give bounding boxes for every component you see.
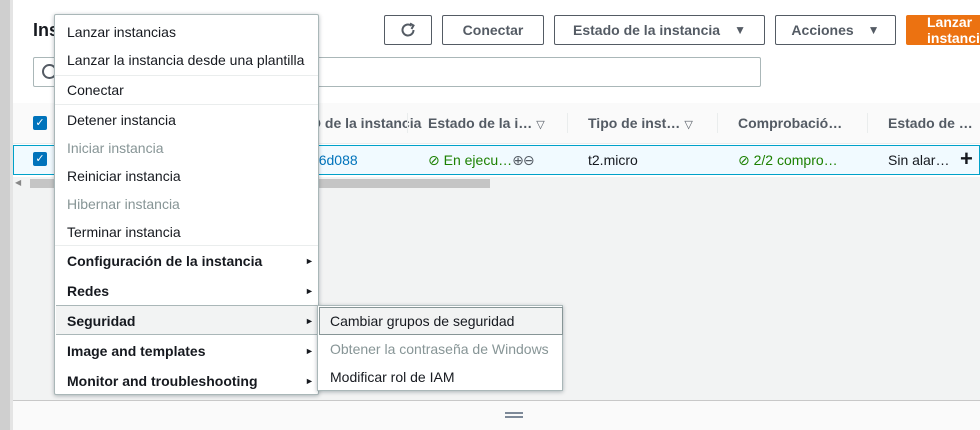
column-divider: [407, 113, 408, 133]
page-left-edge: [0, 0, 10, 430]
menu-item-security[interactable]: Seguridad: [67, 313, 135, 329]
submenu-arrow-icon: ►: [305, 316, 314, 326]
instance-state-cell: ⊘ En ejecu…⊕⊖: [428, 152, 535, 169]
menu-item-instance-settings[interactable]: Configuración de la instancia: [67, 253, 262, 269]
menu-item-connect[interactable]: Conectar: [67, 82, 124, 98]
add-alarm-icon[interactable]: +: [960, 146, 973, 172]
scroll-left-icon[interactable]: ◀: [15, 178, 21, 187]
connect-button-label: Conectar: [462, 22, 524, 38]
launch-instances-button[interactable]: Lanzar instancias: [906, 14, 980, 46]
submenu-item-change-security-groups[interactable]: Cambiar grupos de seguridad: [330, 313, 514, 329]
menu-divider: [55, 245, 318, 246]
instance-state-label: Estado de la instancia: [573, 22, 721, 38]
submenu-arrow-icon: ►: [305, 286, 314, 296]
column-header-alarms[interactable]: Estado de …: [888, 115, 973, 131]
menu-item-monitor[interactable]: Monitor and troubleshooting: [67, 373, 258, 389]
menu-item-terminate[interactable]: Terminar instancia: [67, 224, 181, 240]
instance-state-value: En ejecu…: [443, 152, 513, 168]
actions-label: Acciones: [791, 22, 854, 38]
menu-item-networking[interactable]: Redes: [67, 283, 109, 299]
menu-item-stop[interactable]: Detener instancia: [67, 112, 176, 128]
status-checks-cell: ⊘ 2/2 compro…: [738, 152, 838, 169]
drag-handle-icon[interactable]: [505, 412, 523, 418]
column-divider: [717, 113, 718, 133]
menu-item-reboot[interactable]: Reiniciar instancia: [67, 168, 181, 184]
actions-dropdown[interactable]: Acciones ▼: [775, 15, 896, 45]
menu-item-launch-template[interactable]: Lanzar la instancia desde una plantilla: [67, 52, 304, 68]
refresh-button[interactable]: [384, 15, 432, 45]
menu-divider: [55, 75, 318, 76]
column-divider: [867, 113, 868, 133]
select-all-checkbox[interactable]: ✓: [33, 116, 47, 130]
menu-item-start: Iniciar instancia: [67, 140, 164, 156]
connect-button[interactable]: Conectar: [442, 15, 544, 45]
submenu-arrow-icon: ►: [305, 256, 314, 266]
caret-down-icon: ▼: [734, 23, 746, 37]
instance-type-cell: t2.micro: [588, 152, 638, 168]
instance-state-dropdown[interactable]: Estado de la instancia ▼: [554, 15, 765, 45]
column-divider: [567, 113, 568, 133]
zoom-in-icon[interactable]: ⊕: [512, 152, 524, 168]
status-checks-value: 2/2 compro…: [753, 152, 838, 168]
split-panel: [13, 401, 980, 430]
column-header-type[interactable]: Tipo de inst… ▽: [588, 115, 693, 131]
column-header-state-label: Estado de la i…: [428, 115, 533, 131]
column-header-id[interactable]: ID de la instancia: [307, 115, 421, 131]
alarm-status-cell: Sin alar…: [888, 152, 950, 168]
caret-down-icon: ▼: [867, 23, 880, 37]
submenu-item-modify-iam-role[interactable]: Modificar rol de IAM: [330, 369, 454, 385]
sort-icon: ▽: [684, 119, 693, 131]
submenu-arrow-icon: ►: [305, 346, 314, 356]
column-header-state[interactable]: Estado de la i… ▽: [428, 115, 545, 131]
zoom-out-icon[interactable]: ⊖: [523, 152, 535, 168]
menu-item-hibernate: Hibernar instancia: [67, 196, 180, 212]
menu-item-launch[interactable]: Lanzar instancias: [67, 24, 176, 40]
submenu-item-get-windows-password: Obtener la contraseña de Windows: [330, 341, 549, 357]
refresh-icon: [401, 22, 415, 37]
row-checkbox[interactable]: ✓: [33, 152, 47, 166]
menu-item-image-templates[interactable]: Image and templates: [67, 343, 206, 359]
actions-context-menu: Lanzar instancias Lanzar la instancia de…: [54, 14, 319, 395]
submenu-arrow-icon: ►: [305, 376, 314, 386]
sort-icon: ▽: [536, 119, 545, 131]
column-header-checks[interactable]: Comprobació…: [738, 115, 842, 131]
status-ok-icon: ⊘: [428, 152, 440, 168]
status-ok-icon: ⊘: [738, 152, 750, 168]
column-header-type-label: Tipo de inst…: [588, 115, 681, 131]
menu-divider: [55, 104, 318, 105]
security-submenu: Cambiar grupos de seguridad Obtener la c…: [317, 305, 563, 391]
launch-instances-label: Lanzar instancias: [927, 14, 980, 46]
